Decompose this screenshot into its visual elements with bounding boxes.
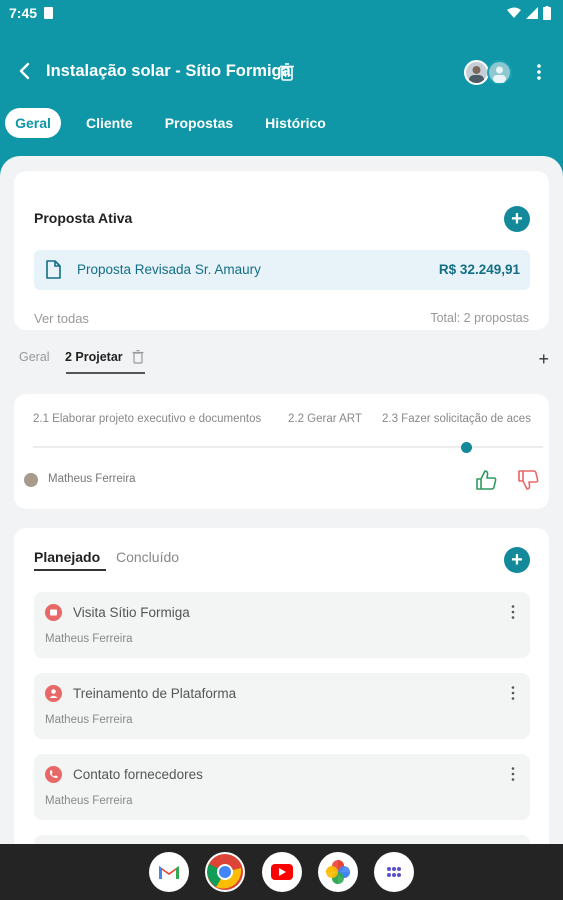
calendar-icon <box>45 604 62 621</box>
assignee-name: Matheus Ferreira <box>48 473 136 485</box>
tab-geral[interactable]: Geral <box>5 108 61 138</box>
add-stage-button[interactable]: + <box>538 349 549 370</box>
steps-card: 2.1 Elaborar projeto executivo e documen… <box>14 394 549 509</box>
task-user: Matheus Ferreira <box>45 714 133 726</box>
tab-concluido[interactable]: Concluído <box>116 549 179 565</box>
delete-icon[interactable] <box>279 63 295 81</box>
people-icon <box>45 685 62 702</box>
task-user: Matheus Ferreira <box>45 633 133 645</box>
document-icon <box>46 260 61 279</box>
stage-tab-geral[interactable]: Geral <box>19 350 50 364</box>
task-user: Matheus Ferreira <box>45 795 133 807</box>
signal-icon <box>526 7 538 19</box>
thumbs-down-icon[interactable] <box>517 469 539 491</box>
tab-cliente[interactable]: Cliente <box>73 108 146 138</box>
add-proposal-button[interactable]: + <box>504 206 530 232</box>
content-sheet: Proposta Ativa + Proposta Revisada Sr. A… <box>0 156 563 856</box>
task-item[interactable]: Treinamento de Plataforma Matheus Ferrei… <box>34 673 530 739</box>
wifi-icon <box>507 7 521 18</box>
see-all-link[interactable]: Ver todas <box>34 311 89 326</box>
task-title: Treinamento de Plataforma <box>73 686 237 701</box>
proposals-total: Total: 2 propostas <box>430 311 529 325</box>
proposal-row[interactable]: Proposta Revisada Sr. Amaury R$ 32.249,9… <box>34 250 530 290</box>
more-vert-icon[interactable] <box>530 62 548 82</box>
stage-tabs: Geral 2 Projetar + <box>19 347 549 377</box>
status-icons <box>507 6 551 20</box>
thumbs-up-icon[interactable] <box>475 469 497 491</box>
more-vert-icon[interactable] <box>510 685 516 701</box>
tab-propostas[interactable]: Propostas <box>152 108 246 138</box>
avatar <box>24 473 38 487</box>
sim-card-icon <box>44 7 53 19</box>
proposal-name: Proposta Revisada Sr. Amaury <box>77 262 261 277</box>
stage-tab-indicator <box>66 372 145 374</box>
step-progress-dot <box>461 442 472 453</box>
navigation-bar <box>0 844 563 900</box>
task-title: Contato fornecedores <box>73 767 203 782</box>
gmail-app-icon[interactable] <box>149 852 189 892</box>
avatar-placeholder[interactable] <box>487 60 512 85</box>
app-bar: Instalação solar - Sítio Formiga <box>0 52 563 92</box>
step-item[interactable]: 2.2 Gerar ART <box>288 413 362 425</box>
task-tab-indicator <box>34 569 106 571</box>
proposal-value: R$ 32.249,91 <box>438 262 520 277</box>
back-arrow-icon[interactable] <box>14 60 36 82</box>
status-time: 7:45 <box>9 5 38 21</box>
status-bar: 7:45 <box>0 0 563 26</box>
chrome-app-icon[interactable] <box>205 852 245 892</box>
photos-app-icon[interactable] <box>318 852 358 892</box>
phone-icon <box>45 766 62 783</box>
more-vert-icon[interactable] <box>510 766 516 782</box>
tasks-card: Planejado Concluído + Visita Sítio Formi… <box>14 528 549 856</box>
task-item[interactable]: Contato fornecedores Matheus Ferreira <box>34 754 530 820</box>
delete-stage-icon[interactable] <box>132 350 144 364</box>
app-drawer-icon[interactable] <box>374 852 414 892</box>
stage-tab-projetar[interactable]: 2 Projetar <box>65 350 123 364</box>
active-proposal-title: Proposta Ativa <box>34 210 133 226</box>
step-item[interactable]: 2.3 Fazer solicitação de aces <box>382 413 531 425</box>
page-title: Instalação solar - Sítio Formiga <box>46 62 291 80</box>
active-proposal-card: Proposta Ativa + Proposta Revisada Sr. A… <box>14 171 549 330</box>
task-title: Visita Sítio Formiga <box>73 605 190 620</box>
add-task-button[interactable]: + <box>504 547 530 573</box>
youtube-app-icon[interactable] <box>262 852 302 892</box>
tab-planejado[interactable]: Planejado <box>34 549 100 565</box>
battery-icon <box>543 6 551 20</box>
tab-historico[interactable]: Histórico <box>252 108 339 138</box>
task-item[interactable]: Visita Sítio Formiga Matheus Ferreira <box>34 592 530 658</box>
avatar[interactable] <box>464 60 489 85</box>
step-item[interactable]: 2.1 Elaborar projeto executivo e documen… <box>33 413 261 425</box>
main-tabs: Geral Cliente Propostas Histórico <box>5 108 339 138</box>
more-vert-icon[interactable] <box>510 604 516 620</box>
